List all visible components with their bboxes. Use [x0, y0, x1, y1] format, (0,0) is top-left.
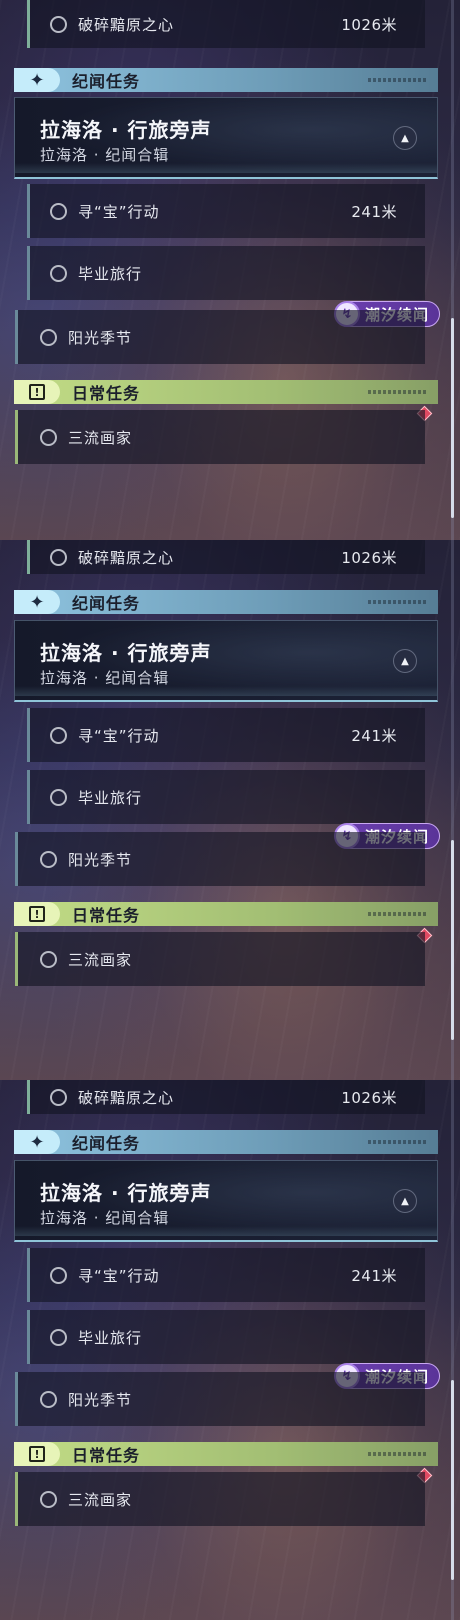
quest-label: 阳光季节 — [68, 850, 133, 869]
category-label: 纪闻任务 — [72, 72, 141, 91]
quest-radio-icon[interactable] — [40, 1490, 57, 1508]
quest-row-treasure[interactable]: 寻“宝”行动 241米 — [27, 184, 425, 238]
quest-radio-icon[interactable] — [50, 1088, 67, 1106]
quest-group-subtitle: 拉海洛 · 纪闻合辑 — [40, 146, 170, 164]
quest-distance: 1026米 — [341, 15, 397, 34]
sparkle-icon: ✦ — [14, 1130, 60, 1154]
quest-row-graduation-trip[interactable]: 毕业旅行 — [27, 246, 425, 300]
quest-label: 寻“宝”行动 — [78, 1266, 160, 1285]
category-decoration — [368, 600, 426, 604]
quest-row-graduation-trip[interactable]: 毕业旅行 — [27, 770, 425, 824]
scrollbar-thumb[interactable] — [451, 318, 454, 518]
chevron-up-icon[interactable]: ▲ — [393, 649, 417, 673]
category-decoration — [368, 1452, 426, 1456]
quest-row-shattered-heart[interactable]: 破碎黯原之心 1026米 — [27, 540, 425, 574]
category-label: 纪闻任务 — [72, 1134, 141, 1153]
quest-group-card[interactable]: 拉海洛 · 行旅旁声 拉海洛 · 纪闻合辑 ▲ — [14, 1160, 438, 1242]
quest-group-title: 拉海洛 · 行旅旁声 — [40, 118, 212, 142]
alert-icon: ! — [14, 1442, 60, 1466]
quest-panel-3: 破碎黯原之心 1026米 ✦ 纪闻任务 拉海洛 · 行旅旁声 拉海洛 · 纪闻合… — [0, 1080, 460, 1620]
category-decoration — [368, 390, 426, 394]
category-header-story[interactable]: ✦ 纪闻任务 — [14, 68, 438, 92]
category-decoration — [368, 1140, 426, 1144]
quest-group-title: 拉海洛 · 行旅旁声 — [40, 641, 212, 665]
quest-label: 寻“宝”行动 — [78, 202, 160, 221]
quest-distance: 241米 — [351, 726, 397, 745]
category-label: 日常任务 — [72, 1446, 141, 1465]
category-header-daily[interactable]: ! 日常任务 — [14, 1442, 438, 1466]
quest-group-card[interactable]: 拉海洛 · 行旅旁声 拉海洛 · 纪闻合辑 ▲ — [14, 97, 438, 179]
scrollbar-thumb[interactable] — [451, 840, 454, 1040]
category-label: 日常任务 — [72, 906, 141, 925]
category-header-story[interactable]: ✦ 纪闻任务 — [14, 1130, 438, 1154]
quest-radio-icon[interactable] — [50, 202, 67, 220]
quest-radio-icon[interactable] — [40, 850, 57, 868]
sparkle-icon: ✦ — [14, 590, 60, 614]
quest-row-treasure[interactable]: 寻“宝”行动 241米 — [27, 708, 425, 762]
quest-row-third-rate-painter[interactable]: 三流画家 — [15, 932, 425, 986]
quest-radio-icon[interactable] — [40, 1390, 57, 1408]
quest-row-sunshine[interactable]: 阳光季节 — [15, 1372, 425, 1426]
quest-row-sunshine[interactable]: 阳光季节 — [15, 832, 425, 886]
quest-label: 阳光季节 — [68, 1390, 133, 1409]
quest-radio-icon[interactable] — [50, 264, 67, 282]
quest-row-third-rate-painter[interactable]: 三流画家 — [15, 1472, 425, 1526]
category-header-daily[interactable]: ! 日常任务 — [14, 380, 438, 404]
quest-label: 阳光季节 — [68, 328, 133, 347]
alert-icon: ! — [14, 902, 60, 926]
quest-radio-icon[interactable] — [50, 1328, 67, 1346]
quest-label: 毕业旅行 — [78, 1328, 143, 1347]
quest-group-title: 拉海洛 · 行旅旁声 — [40, 1181, 212, 1205]
quest-radio-icon[interactable] — [50, 1266, 67, 1284]
quest-radio-icon[interactable] — [50, 15, 67, 33]
quest-distance: 241米 — [351, 1266, 397, 1285]
sparkle-icon: ✦ — [14, 68, 60, 92]
quest-radio-icon[interactable] — [50, 788, 67, 806]
quest-row-sunshine[interactable]: 阳光季节 — [15, 310, 425, 364]
quest-row-shattered-heart[interactable]: 破碎黯原之心 1026米 — [27, 1080, 425, 1114]
quest-label: 寻“宝”行动 — [78, 726, 160, 745]
quest-group-subtitle: 拉海洛 · 纪闻合辑 — [40, 669, 170, 687]
category-header-story[interactable]: ✦ 纪闻任务 — [14, 590, 438, 614]
quest-row-third-rate-painter[interactable]: 三流画家 — [15, 410, 425, 464]
quest-label: 毕业旅行 — [78, 788, 143, 807]
quest-row-treasure[interactable]: 寻“宝”行动 241米 — [27, 1248, 425, 1302]
quest-label: 三流画家 — [68, 428, 133, 447]
quest-distance: 1026米 — [341, 548, 397, 567]
quest-distance: 1026米 — [341, 1088, 397, 1107]
quest-radio-icon[interactable] — [40, 950, 57, 968]
scrollbar-thumb[interactable] — [451, 1380, 454, 1580]
quest-label: 毕业旅行 — [78, 264, 143, 283]
category-decoration — [368, 78, 426, 82]
quest-row-shattered-heart[interactable]: 破碎黯原之心 1026米 — [27, 0, 425, 48]
quest-radio-icon[interactable] — [40, 328, 57, 346]
quest-group-subtitle: 拉海洛 · 纪闻合辑 — [40, 1209, 170, 1227]
quest-group-card[interactable]: 拉海洛 · 行旅旁声 拉海洛 · 纪闻合辑 ▲ — [14, 620, 438, 702]
quest-radio-icon[interactable] — [50, 726, 67, 744]
quest-label: 破碎黯原之心 — [78, 15, 175, 34]
chevron-up-icon[interactable]: ▲ — [393, 1189, 417, 1213]
alert-icon: ! — [14, 380, 60, 404]
quest-panel-2: 破碎黯原之心 1026米 ✦ 纪闻任务 拉海洛 · 行旅旁声 拉海洛 · 纪闻合… — [0, 540, 460, 1080]
quest-radio-icon[interactable] — [40, 428, 57, 446]
category-decoration — [368, 912, 426, 916]
quest-label: 破碎黯原之心 — [78, 1088, 175, 1107]
quest-radio-icon[interactable] — [50, 548, 67, 566]
quest-label: 三流画家 — [68, 1490, 133, 1509]
quest-panel-1: 破碎黯原之心 1026米 ✦ 纪闻任务 拉海洛 · 行旅旁声 拉海洛 · 纪闻合… — [0, 0, 460, 540]
quest-row-graduation-trip[interactable]: 毕业旅行 — [27, 1310, 425, 1364]
chevron-up-icon[interactable]: ▲ — [393, 126, 417, 150]
category-header-daily[interactable]: ! 日常任务 — [14, 902, 438, 926]
category-label: 纪闻任务 — [72, 594, 141, 613]
category-label: 日常任务 — [72, 384, 141, 403]
quest-label: 破碎黯原之心 — [78, 548, 175, 567]
quest-label: 三流画家 — [68, 950, 133, 969]
quest-distance: 241米 — [351, 202, 397, 221]
